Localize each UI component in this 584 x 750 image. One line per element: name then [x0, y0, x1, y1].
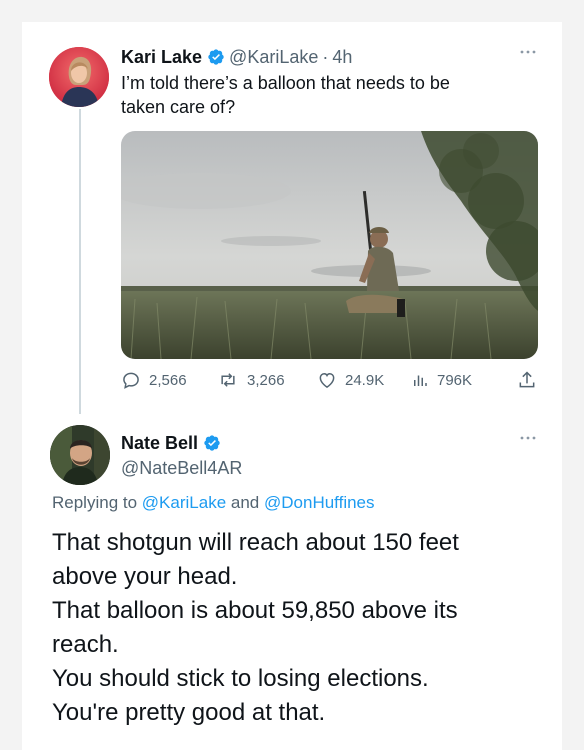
more-options-icon[interactable] [520, 428, 536, 444]
photo-man-with-shotgun-in-field-icon [121, 131, 538, 359]
reply-header: Nate Bell [121, 432, 225, 457]
more-options-icon[interactable] [520, 42, 536, 58]
tweet-actions: 2,566 3,266 24.9K 796K [121, 370, 541, 392]
reply-icon [123, 372, 139, 389]
kari-lake-avatar[interactable] [49, 47, 109, 107]
reply-author-handle[interactable]: @NateBell4AR [121, 458, 242, 479]
replying-to-line: Replying to @KariLake and @DonHuffines [52, 493, 375, 513]
thread-connector [79, 109, 81, 414]
person-portrait-icon [49, 47, 109, 107]
views-action[interactable]: 796K [411, 370, 472, 390]
views-chart-icon [414, 375, 427, 386]
tweet-text-line: I’m told there’s a balloon that needs to… [121, 73, 450, 93]
retweet-count: 3,266 [247, 371, 285, 389]
replying-and: and [230, 493, 260, 512]
tweet-text: I’m told there’s a balloon that needs to… [121, 71, 450, 119]
reply-text-line: That shotgun will reach about 150 feet [52, 529, 459, 556]
reply-text-line: That balloon is about 59,850 above its [52, 597, 458, 624]
nate-bell-avatar[interactable] [50, 425, 110, 485]
reply-text: That shotgun will reach about 150 feet a… [52, 526, 552, 730]
author-handle[interactable]: @KariLake [229, 47, 318, 67]
author-name[interactable]: Kari Lake [121, 47, 202, 67]
tweet-header: Kari Lake @KariLake · 4h [121, 46, 352, 71]
mention-donhuffines[interactable]: @DonHuffines [264, 493, 375, 512]
verified-badge-icon [203, 434, 221, 457]
reply-text-line: You're pretty good at that. [52, 699, 326, 726]
person-portrait-icon [50, 425, 110, 485]
tweet-photo[interactable] [121, 131, 538, 359]
view-count: 796K [437, 371, 473, 389]
verified-badge-icon [207, 48, 225, 71]
retweet-icon [221, 373, 235, 387]
mention-karilake[interactable]: @KariLake [142, 493, 226, 512]
heart-icon [319, 372, 335, 388]
dot-separator: · [322, 47, 329, 67]
share-icon [519, 371, 535, 388]
replying-to-prefix: Replying to [52, 493, 138, 512]
reply-count: 2,566 [149, 371, 187, 389]
reply-text-line: reach. [52, 631, 119, 658]
like-action[interactable]: 24.9K [317, 370, 384, 390]
retweet-action[interactable]: 3,266 [217, 370, 285, 390]
like-count: 24.9K [345, 371, 385, 389]
tweet-text-line: taken care of? [121, 97, 236, 117]
reply-text-line: above your head. [52, 563, 238, 590]
reply-action[interactable]: 2,566 [121, 370, 187, 390]
reply-text-line: You should stick to losing elections. [52, 665, 429, 692]
share-action[interactable] [517, 370, 537, 390]
reply-author-name[interactable]: Nate Bell [121, 433, 198, 453]
tweet-time[interactable]: 4h [332, 47, 352, 67]
